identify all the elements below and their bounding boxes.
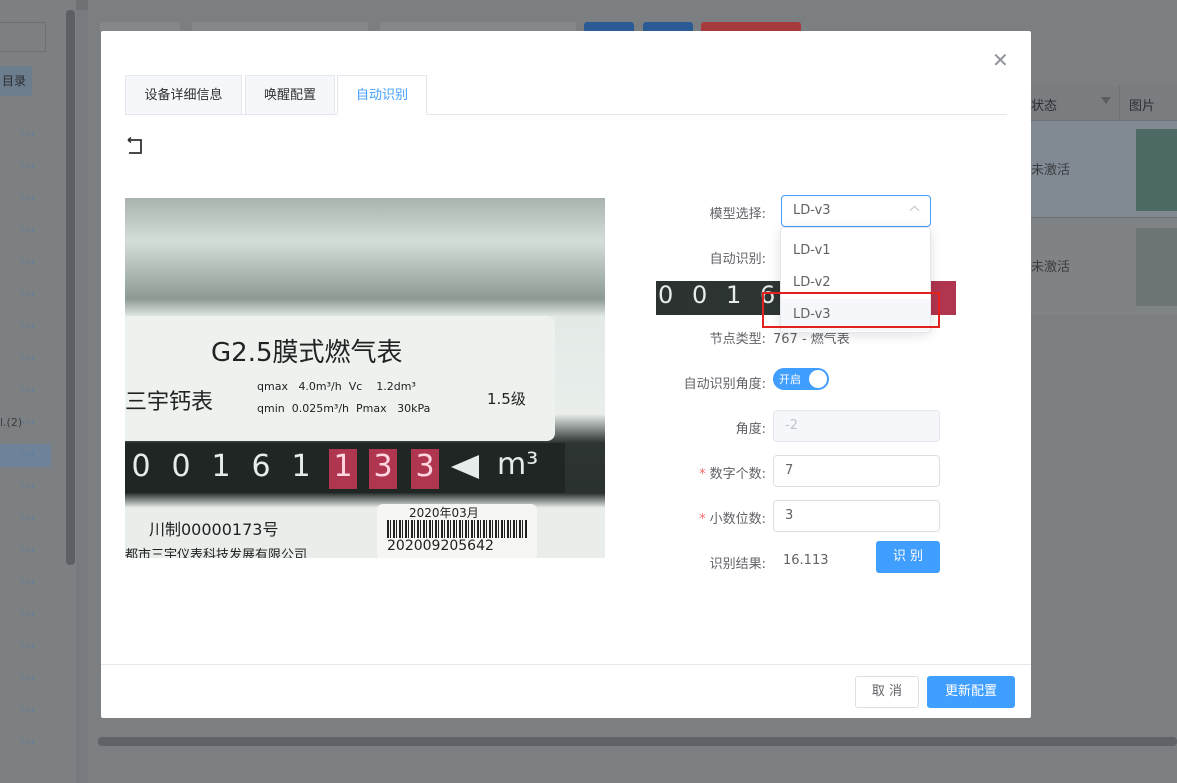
more-icon: ··· (22, 576, 36, 589)
strip-digit: 1 (726, 281, 742, 309)
dropdown-option-ld-v1[interactable]: LD-v1 (781, 235, 930, 267)
back-icon[interactable] (126, 137, 144, 155)
model-select-label: 模型选择: (709, 207, 766, 222)
more-icon: ··· (22, 352, 36, 365)
result-value: 16.113 (783, 553, 829, 568)
horizontal-scrollbar[interactable] (98, 737, 1177, 746)
switch-knob (809, 370, 827, 388)
more-icon: ··· (22, 288, 36, 301)
cancel-button[interactable]: 取 消 (855, 676, 919, 708)
thumbnail-image[interactable] (1136, 129, 1177, 211)
meter-digit: 1 (291, 449, 311, 484)
more-icon: ··· (22, 448, 36, 461)
digit-count-field[interactable]: 7 (773, 455, 940, 487)
recognize-button[interactable]: 识 别 (876, 541, 940, 573)
auto-recog-label: 自动识别: (709, 252, 766, 267)
meter-digit-decimal: 1 (329, 449, 357, 489)
sidebar: 目录 ··· ··· ··· ··· ··· ··· ··· ··· ··· l… (0, 0, 76, 783)
close-icon[interactable]: ✕ (992, 48, 1009, 72)
sidebar-scrollbar[interactable] (66, 10, 75, 565)
table-row[interactable]: 未激活 (1031, 121, 1177, 217)
more-icon: ··· (22, 640, 36, 653)
tab-auto-recognition[interactable]: 自动识别 (337, 75, 427, 115)
meter-spec-line2: qmin 0.025m³/h Pmax 30kPa (257, 402, 431, 415)
meter-digit: 6 (251, 449, 271, 484)
more-icon: ··· (22, 544, 36, 557)
table-header-image: 图片 (1129, 99, 1156, 114)
more-icon: ··· (22, 192, 36, 205)
more-icon: ··· (22, 480, 36, 493)
decimal-places-label: * 小数位数: (646, 508, 766, 527)
meter-digit: 0 (131, 449, 151, 484)
required-icon: * (699, 467, 706, 482)
digit-count-text: 数字个数: (709, 467, 766, 482)
tab-device-details[interactable]: 设备详细信息 (125, 75, 242, 115)
meter-spec-line1: qmax 4.0m³/h Vc 1.2dm³ (257, 380, 416, 393)
more-icon: ··· (22, 416, 36, 429)
update-config-button[interactable]: 更新配置 (927, 676, 1015, 708)
meter-digit-decimal: 3 (369, 449, 397, 489)
background-table: 状态 图片 未激活 未激活 (1031, 85, 1177, 315)
more-icon: ··· (22, 608, 36, 621)
status-cell: 未激活 (1031, 260, 1071, 275)
more-icon: ··· (22, 736, 36, 749)
angle-field: -2 (773, 410, 940, 442)
barcode-date: 2020年03月 (409, 506, 479, 520)
highlight-annotation-box (762, 292, 940, 328)
node-type-label: 节点类型: (709, 332, 766, 347)
meter-unit: m³ (497, 447, 539, 482)
required-icon: * (699, 512, 706, 527)
meter-company: 都市三宇仪表科技发展有限公司 (125, 548, 308, 558)
table-header-status: 状态 (1031, 99, 1058, 114)
result-label: 识别结果: (709, 557, 766, 572)
sidebar-search (0, 22, 46, 52)
column-divider (1119, 85, 1120, 121)
meter-brand: 三宇钙表 (125, 390, 214, 415)
strip-digit: 0 (692, 281, 708, 309)
more-icon: ··· (22, 160, 36, 173)
config-dialog: ✕ 设备详细信息 唤醒配置 自动识别 G2.5膜式燃气表 三宇钙表 qmax 4… (101, 31, 1031, 718)
filter-icon[interactable] (1101, 97, 1111, 104)
model-select[interactable]: LD-v3 (781, 195, 931, 227)
tab-wakeup-config[interactable]: 唤醒配置 (245, 75, 335, 115)
barcode-number: 202009205642 (387, 538, 494, 554)
more-icon: ··· (22, 320, 36, 333)
thumbnail-image[interactable] (1136, 228, 1177, 306)
switch-text: 开启 (779, 373, 801, 386)
meter-level: 1.5级 (487, 390, 526, 408)
chevron-up-icon (909, 205, 920, 216)
meter-photo: G2.5膜式燃气表 三宇钙表 qmax 4.0m³/h Vc 1.2dm³ qm… (125, 198, 605, 558)
more-icon: ··· (22, 704, 36, 717)
strip-digit: 0 (658, 281, 674, 309)
meter-digit-wheel: 0 0 1 6 1 1 3 3 m³ (125, 443, 565, 493)
status-cell: 未激活 (1031, 163, 1071, 178)
more-icon: ··· (22, 128, 36, 141)
more-icon: ··· (22, 256, 36, 269)
barcode-icon (387, 520, 527, 538)
tab-bar: 设备详细信息 唤醒配置 自动识别 (125, 75, 1007, 115)
meter-digit: 0 (171, 449, 191, 484)
meter-digit: 1 (211, 449, 231, 484)
more-icon: ··· (22, 672, 36, 685)
meter-license: 川制00000173号 (149, 520, 279, 539)
auto-angle-switch[interactable]: 开启 (773, 368, 829, 390)
meter-title: G2.5膜式燃气表 (211, 338, 403, 368)
footer-divider (101, 664, 1031, 665)
sidebar-count: l.(2) (0, 416, 23, 429)
model-select-value: LD-v3 (793, 203, 831, 218)
digit-count-label: * 数字个数: (646, 463, 766, 482)
decimal-places-field[interactable]: 3 (773, 500, 940, 532)
decimal-places-text: 小数位数: (709, 512, 766, 527)
angle-label: 角度: (735, 422, 766, 437)
table-row[interactable]: 未激活 (1031, 217, 1177, 313)
more-icon: ··· (22, 224, 36, 237)
sidebar-dir-tag: 目录 (0, 66, 32, 96)
more-icon: ··· (22, 384, 36, 397)
more-icon: ··· (22, 512, 36, 525)
table-header: 状态 图片 (1031, 85, 1177, 121)
meter-digit-decimal: 3 (411, 449, 439, 489)
arrow-left-icon (451, 455, 479, 479)
auto-angle-label: 自动识别角度: (683, 377, 766, 392)
